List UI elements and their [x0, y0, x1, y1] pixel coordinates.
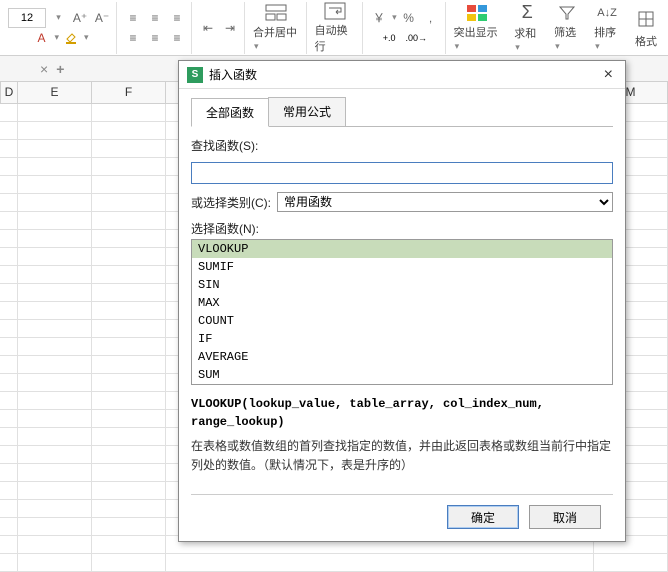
font-size-dropdown[interactable]: ▾ — [48, 8, 68, 28]
decrease-indent-icon[interactable]: ⇤ — [198, 18, 218, 38]
fill-color-dropdown[interactable]: ▾ — [84, 32, 89, 43]
list-item[interactable]: SIN — [192, 276, 612, 294]
sort-icon: A↓Z — [595, 4, 619, 22]
align-left-icon[interactable]: ≡ — [123, 28, 143, 48]
select-function-label: 选择函数(N): — [191, 220, 259, 237]
tab-all-functions[interactable]: 全部函数 — [191, 98, 269, 127]
currency-icon[interactable]: ￥ — [369, 8, 389, 28]
number-group: ￥▾ % , +.0 .00→ — [365, 2, 446, 54]
wrap-text-button[interactable]: 自动换行 — [309, 2, 363, 54]
wrap-icon — [323, 2, 347, 20]
grid-row[interactable] — [0, 554, 668, 572]
font-color-icon[interactable]: A — [31, 28, 51, 48]
styles-icon — [465, 4, 489, 22]
add-tab-icon[interactable]: + — [56, 61, 64, 77]
font-group: 12 ▾ A⁺ A⁻ A ▾ ▾ — [4, 2, 117, 54]
align-center-icon[interactable]: ≡ — [145, 28, 165, 48]
format-icon — [634, 7, 658, 31]
indent-group: ⇤ ⇥ — [194, 2, 245, 54]
list-item[interactable]: AVERAGE — [192, 348, 612, 366]
list-item[interactable]: VLOOKUP — [192, 240, 612, 258]
close-icon[interactable]: × — [600, 66, 617, 84]
tab-common-formulas[interactable]: 常用公式 — [268, 97, 346, 126]
percent-icon[interactable]: % — [399, 8, 419, 28]
sort-button[interactable]: A↓Z 排序▾ — [588, 2, 626, 54]
category-select[interactable]: 常用函数 — [277, 192, 613, 212]
increase-decimal-icon[interactable]: +.0 — [379, 28, 400, 48]
function-listbox[interactable]: VLOOKUP SUMIF SIN MAX COUNT IF AVERAGE S… — [191, 239, 613, 385]
list-item[interactable]: COUNT — [192, 312, 612, 330]
dialog-title: 插入函数 — [209, 66, 257, 83]
sigma-icon: Σ — [515, 2, 539, 23]
format-button[interactable]: 格式 — [628, 2, 664, 54]
comma-icon[interactable]: , — [421, 8, 441, 28]
ok-button[interactable]: 确定 — [447, 505, 519, 529]
sum-label: 求和 — [514, 28, 536, 40]
list-item[interactable]: IF — [192, 330, 612, 348]
merge-label: 合并居中 — [253, 27, 297, 39]
highlight-label: 突出显示 — [454, 27, 498, 39]
font-color-dropdown[interactable]: ▾ — [54, 32, 59, 43]
dialog-tabs: 全部函数 常用公式 — [191, 97, 613, 127]
decrease-font-icon[interactable]: A⁻ — [92, 8, 112, 28]
align-right-icon[interactable]: ≡ — [167, 28, 187, 48]
dialog-footer: 确定 取消 — [191, 494, 613, 533]
col-header-e[interactable]: E — [18, 82, 92, 103]
filter-label: 筛选 — [554, 27, 576, 39]
fill-color-icon[interactable] — [61, 28, 81, 48]
search-label: 查找函数(S): — [191, 137, 258, 154]
wrap-label: 自动换行 — [315, 22, 356, 54]
increase-font-icon[interactable]: A⁺ — [70, 8, 90, 28]
font-size-input[interactable]: 12 — [8, 8, 46, 28]
function-signature: VLOOKUP(lookup_value, table_array, col_i… — [191, 395, 613, 431]
list-item[interactable]: MAX — [192, 294, 612, 312]
format-label: 格式 — [635, 36, 657, 48]
align-middle-icon[interactable]: ≡ — [145, 8, 165, 28]
decrease-decimal-icon[interactable]: .00→ — [401, 28, 431, 48]
search-input[interactable] — [191, 162, 613, 184]
insert-function-dialog: S 插入函数 × 全部函数 常用公式 查找函数(S): 或选择类别(C): 常用… — [178, 60, 626, 542]
align-group: ≡ ≡ ≡ ≡ ≡ ≡ — [119, 2, 192, 54]
col-header-f[interactable]: F — [92, 82, 166, 103]
list-item[interactable]: SUM — [192, 366, 612, 384]
filter-button[interactable]: 筛选▾ — [548, 2, 586, 54]
increase-indent-icon[interactable]: ⇥ — [220, 18, 240, 38]
ribbon-toolbar: 12 ▾ A⁺ A⁻ A ▾ ▾ ≡ ≡ ≡ ≡ ≡ ≡ ⇤ ⇥ — [0, 0, 668, 56]
merge-icon — [264, 4, 288, 22]
autosum-button[interactable]: Σ 求和▾ — [508, 2, 546, 54]
category-label: 或选择类别(C): — [191, 194, 271, 211]
funnel-icon — [555, 4, 579, 22]
align-bottom-icon[interactable]: ≡ — [167, 8, 187, 28]
col-header-d[interactable]: D — [0, 82, 18, 103]
app-icon: S — [187, 67, 203, 83]
dialog-titlebar[interactable]: S 插入函数 × — [179, 61, 625, 89]
merge-center-button[interactable]: 合并居中▾ — [247, 2, 307, 54]
sort-label: 排序 — [594, 27, 616, 39]
align-top-icon[interactable]: ≡ — [123, 8, 143, 28]
close-tab-icon[interactable]: × — [40, 61, 48, 77]
cancel-button[interactable]: 取消 — [529, 505, 601, 529]
cell-styles-button[interactable]: 突出显示▾ — [448, 2, 507, 54]
list-item[interactable]: SUMIF — [192, 258, 612, 276]
function-description: 在表格或数值数组的首列查找指定的数值，并由此返回表格或数组当前行中指定列处的数值… — [191, 437, 613, 475]
